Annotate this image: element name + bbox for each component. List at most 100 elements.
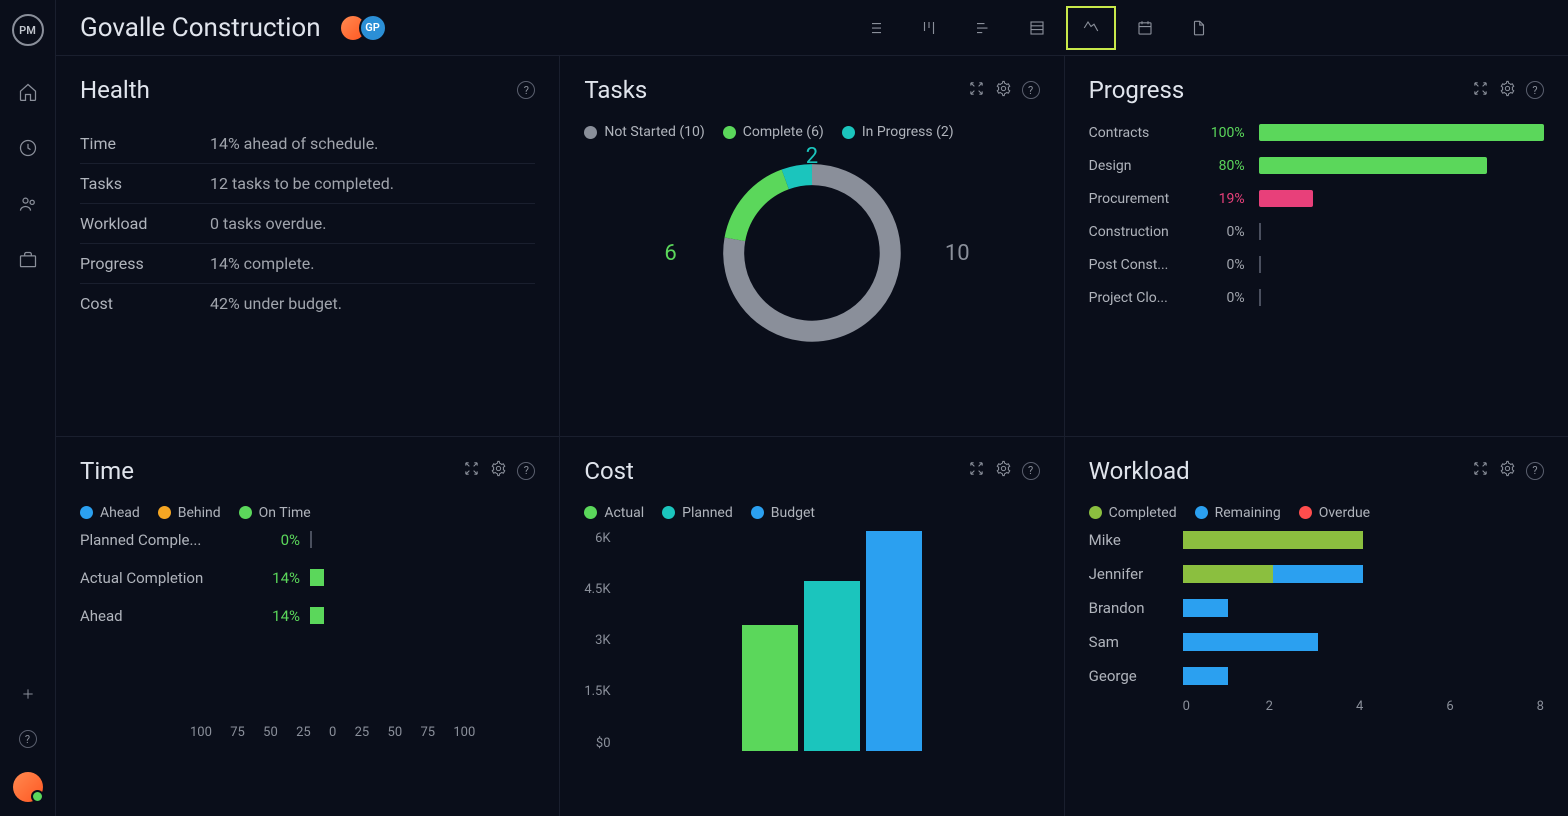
project-members[interactable]: GP: [339, 14, 387, 42]
progress-bar: [1259, 256, 1544, 273]
legend-item: Complete (6): [723, 124, 824, 140]
axis-tick: 6K: [595, 531, 610, 546]
progress-row: Project Clo... 0%: [1089, 289, 1544, 306]
view-board-icon[interactable]: [904, 6, 954, 50]
user-avatar[interactable]: [13, 772, 43, 802]
progress-label: Project Clo...: [1089, 290, 1189, 306]
health-row: Cost 42% under budget.: [80, 284, 535, 323]
axis-tick: 1.5K: [584, 684, 610, 699]
workload-name: Sam: [1089, 633, 1169, 651]
legend-label: Actual: [604, 505, 644, 521]
nav-recent-icon[interactable]: [18, 138, 38, 162]
legend-dot-icon: [1299, 506, 1312, 519]
view-files-icon[interactable]: [1174, 6, 1224, 50]
workload-bar: [1183, 667, 1544, 685]
legend-label: Behind: [178, 505, 221, 521]
legend-label: Not Started (10): [604, 124, 704, 140]
settings-icon[interactable]: [1499, 80, 1516, 101]
nav-home-icon[interactable]: [18, 82, 38, 106]
view-gantt-icon[interactable]: [958, 6, 1008, 50]
app-logo[interactable]: PM: [12, 14, 44, 46]
legend-label: Ahead: [100, 505, 140, 521]
view-dashboard-icon[interactable]: [1066, 6, 1116, 50]
settings-icon[interactable]: [995, 80, 1012, 101]
time-row: Planned Comple... 0%: [80, 531, 535, 549]
help-icon[interactable]: ?: [517, 81, 535, 99]
donut-label-notstarted: 10: [945, 241, 970, 266]
workload-bar: [1183, 633, 1544, 651]
health-row: Tasks 12 tasks to be completed.: [80, 164, 535, 204]
time-label: Ahead: [80, 607, 240, 625]
legend-item: Remaining: [1195, 505, 1281, 521]
donut-label-complete: 6: [664, 241, 676, 266]
view-calendar-icon[interactable]: [1120, 6, 1170, 50]
progress-bar: [1259, 157, 1544, 174]
help-icon[interactable]: ?: [1526, 81, 1544, 99]
tasks-legend: Not Started (10) Complete (6) In Progres…: [584, 124, 1039, 140]
health-value: 12 tasks to be completed.: [210, 174, 394, 193]
health-key: Workload: [80, 214, 210, 233]
health-key: Progress: [80, 254, 210, 273]
axis-tick: 75: [230, 725, 245, 740]
expand-icon[interactable]: [463, 460, 480, 481]
health-row: Time 14% ahead of schedule.: [80, 124, 535, 164]
help-icon[interactable]: ?: [1022, 81, 1040, 99]
expand-icon[interactable]: [968, 460, 985, 481]
help-icon[interactable]: ?: [19, 730, 37, 748]
workload-name: Jennifer: [1089, 565, 1169, 583]
add-button-icon[interactable]: [20, 686, 36, 706]
settings-icon[interactable]: [490, 460, 507, 481]
health-value: 14% complete.: [210, 254, 315, 273]
axis-tick: 6: [1363, 699, 1453, 714]
nav-portfolio-icon[interactable]: [18, 250, 38, 274]
health-row: Workload 0 tasks overdue.: [80, 204, 535, 244]
sidebar: PM ?: [0, 0, 56, 816]
axis-tick: 0: [329, 725, 336, 740]
legend-dot-icon: [158, 506, 171, 519]
legend-item: Not Started (10): [584, 124, 704, 140]
axis-tick: 3K: [595, 633, 610, 648]
progress-row: Design 80%: [1089, 157, 1544, 174]
legend-item: Overdue: [1299, 505, 1370, 521]
panel-workload: Workload ? Completed Remaining Overdue M…: [1065, 437, 1568, 816]
legend-dot-icon: [584, 506, 597, 519]
view-sheet-icon[interactable]: [1012, 6, 1062, 50]
axis-tick: 75: [420, 725, 435, 740]
help-icon[interactable]: ?: [517, 462, 535, 480]
progress-row: Construction 0%: [1089, 223, 1544, 240]
legend-dot-icon: [662, 506, 675, 519]
member-avatar[interactable]: GP: [359, 14, 387, 42]
expand-icon[interactable]: [968, 80, 985, 101]
view-list-icon[interactable]: [850, 6, 900, 50]
axis-tick: 4.5K: [584, 582, 610, 597]
axis-tick: 25: [296, 725, 311, 740]
nav-team-icon[interactable]: [18, 194, 38, 218]
topbar: Govalle Construction GP: [56, 0, 1568, 56]
expand-icon[interactable]: [1472, 80, 1489, 101]
progress-label: Construction: [1089, 224, 1189, 240]
workload-axis: 02468: [1089, 699, 1544, 714]
expand-icon[interactable]: [1472, 460, 1489, 481]
view-tabs: [850, 6, 1224, 50]
legend-dot-icon: [842, 126, 855, 139]
workload-remaining: [1183, 599, 1228, 617]
workload-name: George: [1089, 667, 1169, 685]
settings-icon[interactable]: [995, 460, 1012, 481]
health-value: 0 tasks overdue.: [210, 214, 326, 233]
health-row: Progress 14% complete.: [80, 244, 535, 284]
workload-bar: [1183, 565, 1544, 583]
legend-item: On Time: [239, 505, 311, 521]
settings-icon[interactable]: [1499, 460, 1516, 481]
workload-row: Brandon: [1089, 599, 1544, 617]
legend-item: Completed: [1089, 505, 1177, 521]
workload-row: Sam: [1089, 633, 1544, 651]
health-value: 14% ahead of schedule.: [210, 134, 378, 153]
progress-percent: 0%: [1203, 224, 1245, 240]
time-bar: [310, 607, 338, 624]
help-icon[interactable]: ?: [1526, 462, 1544, 480]
cost-bar-budget: [866, 531, 922, 751]
cost-bar-planned: [804, 581, 860, 750]
help-icon[interactable]: ?: [1022, 462, 1040, 480]
legend-label: Budget: [771, 505, 815, 521]
legend-dot-icon: [723, 126, 736, 139]
